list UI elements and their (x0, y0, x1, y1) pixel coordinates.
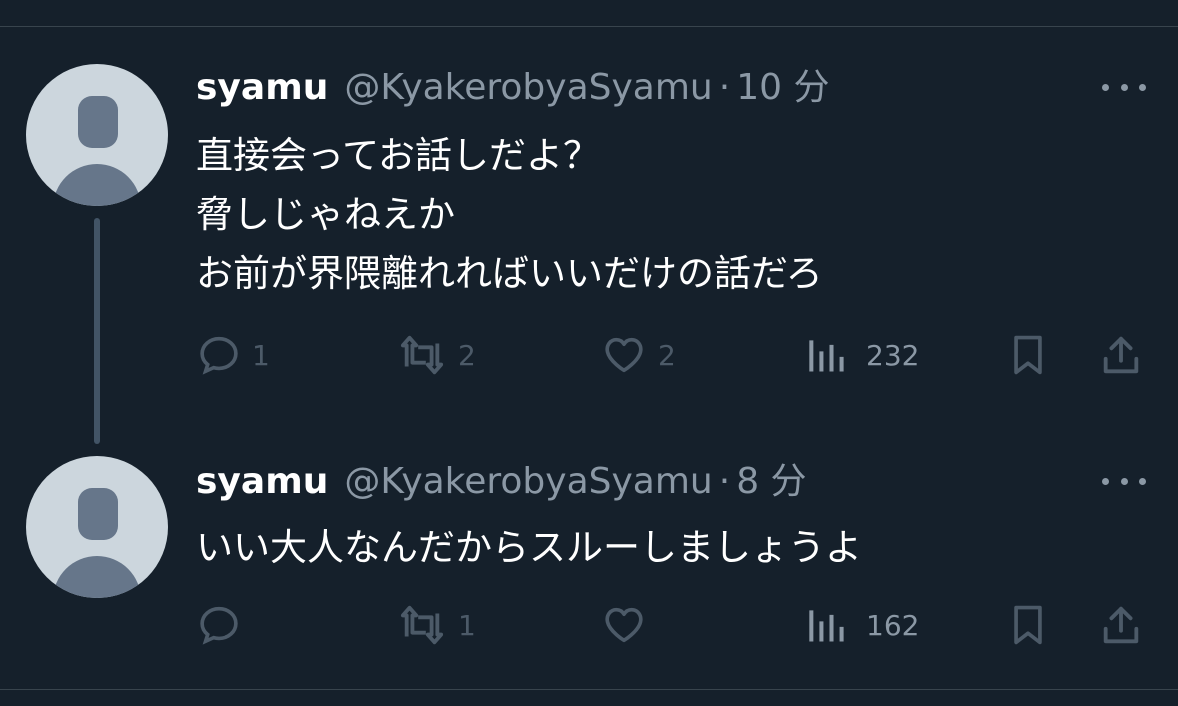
avatar-shoulders (53, 164, 141, 206)
views-icon (809, 610, 844, 642)
views-count: 232 (866, 338, 920, 372)
more-icon[interactable] (1102, 466, 1146, 496)
bottom-divider (0, 689, 1178, 690)
timestamp[interactable]: 8 分 (736, 456, 806, 508)
heart-icon (605, 337, 643, 373)
avatar[interactable] (26, 456, 168, 598)
bookmark-button[interactable] (1006, 330, 1050, 380)
views-button[interactable]: 232 (804, 330, 919, 380)
more-icon[interactable] (1102, 72, 1146, 102)
views-icon (809, 340, 844, 372)
retweet-button[interactable]: 1 (396, 600, 476, 650)
user-handle[interactable]: @KyakerobyaSyamu (344, 62, 712, 114)
bookmark-button[interactable] (1006, 600, 1050, 650)
tweet-header: syamu @KyakerobyaSyamu · 10 分 (196, 62, 829, 114)
avatar-shoulders (53, 556, 141, 598)
tweet-line: お前が界隈離れればいいだけの話だろ (196, 252, 823, 295)
share-icon (1103, 336, 1139, 374)
views-button[interactable]: 162 (804, 600, 919, 650)
tweet-header: syamu @KyakerobyaSyamu · 8 分 (196, 456, 807, 508)
views-count: 162 (866, 608, 920, 642)
share-button[interactable] (1098, 600, 1144, 650)
share-button[interactable] (1098, 330, 1144, 380)
retweet-icon (400, 605, 444, 645)
like-count: 2 (658, 338, 676, 372)
top-divider (0, 26, 1178, 27)
bookmark-icon (1014, 335, 1042, 375)
tweet-text: いい大人なんだからスルーしましょうよ (196, 518, 862, 577)
reply-count: 1 (252, 338, 270, 372)
like-button[interactable] (600, 600, 658, 650)
retweet-icon (400, 335, 444, 375)
reply-icon (200, 336, 238, 375)
thread-connector-line (94, 218, 100, 444)
retweet-count: 2 (458, 338, 476, 372)
retweet-button[interactable]: 2 (396, 330, 476, 380)
tweet-line: いい大人なんだからスルーしましょうよ (196, 526, 862, 569)
reply-button[interactable] (196, 600, 252, 650)
display-name[interactable]: syamu (196, 62, 328, 114)
tweet-line: 直接会ってお話しだよ？ (196, 134, 601, 177)
display-name[interactable]: syamu (196, 456, 328, 508)
avatar[interactable] (26, 64, 168, 206)
timestamp[interactable]: 10 分 (736, 62, 829, 114)
retweet-count: 1 (458, 608, 476, 642)
like-button[interactable]: 2 (600, 330, 676, 380)
avatar-head (78, 488, 118, 540)
avatar-head (78, 96, 118, 148)
reply-icon (200, 606, 238, 645)
tweet-line: 脅しじゃねえか (196, 193, 455, 236)
separator-dot: · (718, 67, 731, 108)
separator-dot: · (718, 461, 731, 502)
heart-icon (605, 607, 643, 643)
share-icon (1103, 606, 1139, 644)
tweet-text: 直接会ってお話しだよ？ 脅しじゃねえか お前が界隈離れればいいだけの話だろ (196, 126, 823, 303)
bookmark-icon (1014, 605, 1042, 645)
user-handle[interactable]: @KyakerobyaSyamu (344, 456, 712, 508)
reply-button[interactable]: 1 (196, 330, 270, 380)
